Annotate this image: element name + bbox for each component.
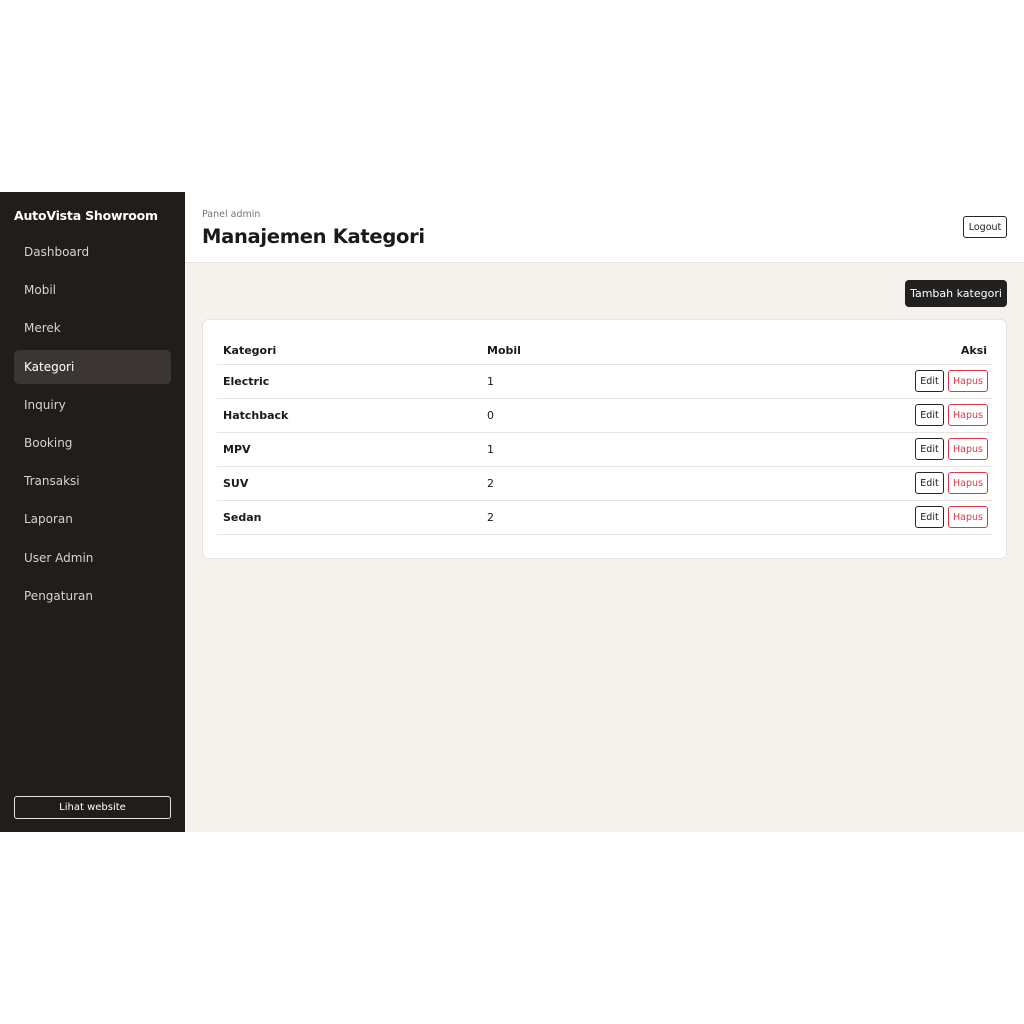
sidebar-item-laporan[interactable]: Laporan — [14, 502, 171, 536]
sidebar-item-kategori[interactable]: Kategori — [14, 349, 171, 384]
row-actions: Edit Hapus — [861, 465, 993, 500]
sidebar-item-mobil[interactable]: Mobil — [14, 273, 171, 307]
row-actions: Edit Hapus — [861, 499, 993, 535]
app-shell: AutoVista Showroom Dashboard Mobil Merek… — [0, 192, 1024, 832]
car-count: 1 — [481, 431, 861, 466]
sidebar-item-user-admin[interactable]: User Admin — [14, 541, 171, 575]
category-name: Hatchback — [217, 397, 481, 432]
car-count: 0 — [481, 397, 861, 432]
logout-button[interactable]: Logout — [963, 216, 1007, 238]
edit-button[interactable]: Edit — [915, 438, 944, 460]
category-table-card: Kategori Mobil Aksi Electric 1 Edit Hapus — [202, 319, 1007, 559]
category-name: Electric — [217, 363, 481, 398]
row-actions: Edit Hapus — [861, 431, 993, 466]
edit-button[interactable]: Edit — [915, 370, 944, 392]
delete-button[interactable]: Hapus — [948, 472, 988, 494]
edit-button[interactable]: Edit — [915, 404, 944, 426]
delete-button[interactable]: Hapus — [948, 438, 988, 460]
sidebar-nav: Dashboard Mobil Merek Kategori Inquiry B… — [14, 235, 171, 617]
delete-button[interactable]: Hapus — [948, 404, 988, 426]
sidebar-item-inquiry[interactable]: Inquiry — [14, 388, 171, 422]
sidebar-item-booking[interactable]: Booking — [14, 426, 171, 460]
column-header-kategori: Kategori — [223, 344, 277, 358]
sidebar-item-merek[interactable]: Merek — [14, 311, 171, 345]
car-count: 2 — [481, 499, 861, 535]
delete-button[interactable]: Hapus — [948, 370, 988, 392]
column-header-aksi: Aksi — [960, 344, 987, 358]
category-name: Sedan — [217, 499, 481, 535]
category-table: Kategori Mobil Aksi Electric 1 Edit Hapus — [217, 338, 993, 535]
sidebar-item-dashboard[interactable]: Dashboard — [14, 235, 171, 269]
sidebar-item-transaksi[interactable]: Transaksi — [14, 464, 171, 498]
car-count: 1 — [481, 363, 861, 398]
category-name: MPV — [217, 431, 481, 466]
page-header: Panel admin Manajemen Kategori Logout — [185, 192, 1024, 263]
table-row: Sedan 2 Edit Hapus — [217, 499, 993, 535]
table-row: Hatchback 0 Edit Hapus — [217, 397, 993, 432]
breadcrumb: Panel admin — [202, 209, 261, 220]
main-content: Panel admin Manajemen Kategori Logout Ta… — [185, 192, 1024, 832]
row-actions: Edit Hapus — [861, 363, 993, 398]
table-header-row: Kategori Mobil Aksi — [217, 338, 993, 364]
car-count: 2 — [481, 465, 861, 500]
category-name: SUV — [217, 465, 481, 500]
edit-button[interactable]: Edit — [915, 506, 944, 528]
brand-title: AutoVista Showroom — [14, 208, 158, 223]
row-actions: Edit Hapus — [861, 397, 993, 432]
view-website-button[interactable]: Lihat website — [14, 796, 171, 819]
page-title: Manajemen Kategori — [202, 225, 425, 248]
table-row: MPV 1 Edit Hapus — [217, 431, 993, 466]
column-header-mobil: Mobil — [487, 344, 521, 358]
table-row: Electric 1 Edit Hapus — [217, 363, 993, 398]
sidebar-item-pengaturan[interactable]: Pengaturan — [14, 579, 171, 613]
add-category-button[interactable]: Tambah kategori — [905, 280, 1007, 307]
delete-button[interactable]: Hapus — [948, 506, 988, 528]
edit-button[interactable]: Edit — [915, 472, 944, 494]
table-row: SUV 2 Edit Hapus — [217, 465, 993, 500]
sidebar: AutoVista Showroom Dashboard Mobil Merek… — [0, 192, 185, 832]
